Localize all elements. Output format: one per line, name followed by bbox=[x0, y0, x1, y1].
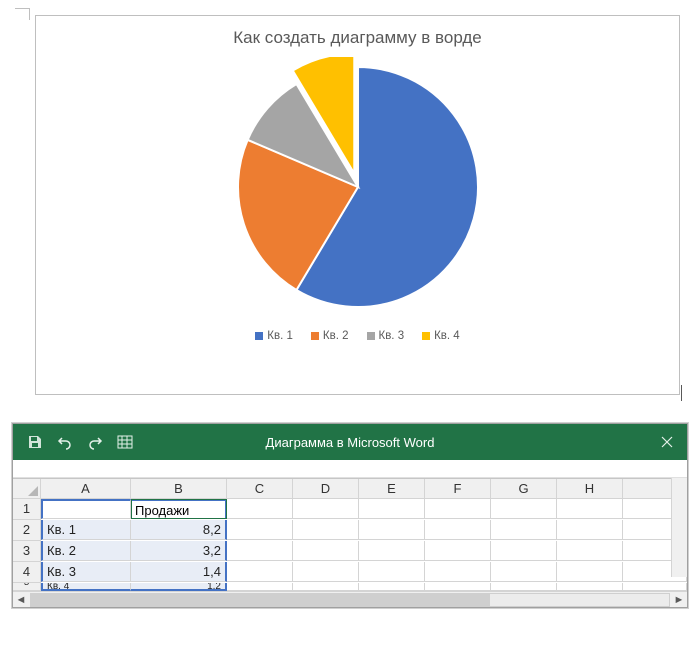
chart-container[interactable]: Как создать диаграмму в ворде Кв. 1 Кв. … bbox=[35, 15, 680, 395]
legend-swatch bbox=[367, 332, 375, 340]
row-header[interactable]: 3 bbox=[13, 541, 41, 562]
pie-chart bbox=[223, 52, 493, 322]
undo-button[interactable] bbox=[55, 432, 75, 452]
cell[interactable]: 1,2 bbox=[131, 583, 227, 591]
datasheet-titlebar[interactable]: Диаграмма в Microsoft Word bbox=[13, 424, 687, 460]
text-cursor bbox=[681, 385, 682, 401]
spreadsheet-grid[interactable]: A B C D E F G H 1 Продажи bbox=[13, 478, 687, 591]
cell[interactable] bbox=[425, 541, 491, 561]
cell[interactable] bbox=[491, 499, 557, 519]
scroll-left-icon[interactable]: ◄ bbox=[13, 592, 29, 608]
cell[interactable] bbox=[491, 541, 557, 561]
cell[interactable]: 1,4 bbox=[131, 562, 227, 582]
horizontal-scrollbar[interactable]: ◄ ► bbox=[13, 591, 687, 607]
cell[interactable] bbox=[491, 583, 557, 591]
scrollbar-thumb[interactable] bbox=[31, 594, 490, 606]
cell[interactable]: Кв. 2 bbox=[41, 541, 131, 561]
cell[interactable] bbox=[425, 583, 491, 591]
cell[interactable] bbox=[425, 520, 491, 540]
column-header[interactable]: H bbox=[557, 479, 623, 499]
legend-item: Кв. 2 bbox=[311, 330, 349, 342]
legend-swatch bbox=[255, 332, 263, 340]
cell[interactable] bbox=[359, 520, 425, 540]
cell[interactable] bbox=[425, 562, 491, 582]
chart-legend: Кв. 1 Кв. 2 Кв. 3 Кв. 4 bbox=[255, 322, 459, 348]
legend-item: Кв. 1 bbox=[255, 330, 293, 342]
cell[interactable] bbox=[491, 520, 557, 540]
legend-item: Кв. 4 bbox=[422, 330, 460, 342]
legend-item: Кв. 3 bbox=[367, 330, 405, 342]
scroll-right-icon[interactable]: ► bbox=[671, 592, 687, 608]
cell[interactable] bbox=[359, 541, 425, 561]
cell[interactable] bbox=[557, 520, 623, 540]
cell[interactable] bbox=[227, 562, 293, 582]
row-header[interactable]: 2 bbox=[13, 520, 41, 541]
cell[interactable] bbox=[227, 583, 293, 591]
close-button[interactable] bbox=[647, 424, 687, 460]
cell[interactable] bbox=[557, 541, 623, 561]
cell[interactable] bbox=[557, 562, 623, 582]
row-header[interactable]: 4 bbox=[13, 562, 41, 583]
column-header[interactable]: C bbox=[227, 479, 293, 499]
legend-label: Кв. 2 bbox=[323, 330, 349, 342]
scrollbar-track[interactable] bbox=[30, 593, 670, 607]
cell[interactable] bbox=[227, 541, 293, 561]
legend-label: Кв. 3 bbox=[379, 330, 405, 342]
cell[interactable] bbox=[293, 499, 359, 519]
cell[interactable] bbox=[227, 520, 293, 540]
cell[interactable] bbox=[491, 562, 557, 582]
save-button[interactable] bbox=[25, 432, 45, 452]
legend-label: Кв. 4 bbox=[434, 330, 460, 342]
edit-data-button[interactable] bbox=[115, 432, 135, 452]
vertical-scrollbar[interactable] bbox=[671, 478, 687, 577]
word-ruler-corner bbox=[15, 5, 690, 15]
column-header[interactable]: D bbox=[293, 479, 359, 499]
column-header[interactable]: B bbox=[131, 479, 227, 499]
legend-label: Кв. 1 bbox=[267, 330, 293, 342]
select-all-corner[interactable] bbox=[13, 479, 41, 499]
cell[interactable] bbox=[227, 499, 293, 519]
cell[interactable]: Кв. 1 bbox=[41, 520, 131, 540]
cell[interactable] bbox=[623, 583, 687, 591]
cell[interactable] bbox=[359, 562, 425, 582]
column-header[interactable]: G bbox=[491, 479, 557, 499]
cell[interactable] bbox=[293, 583, 359, 591]
cell[interactable]: 8,2 bbox=[131, 520, 227, 540]
cell[interactable] bbox=[359, 499, 425, 519]
redo-button[interactable] bbox=[85, 432, 105, 452]
cell[interactable] bbox=[41, 499, 131, 519]
legend-swatch bbox=[311, 332, 319, 340]
cell[interactable]: Продажи bbox=[131, 499, 227, 519]
cell[interactable] bbox=[359, 583, 425, 591]
column-header[interactable]: E bbox=[359, 479, 425, 499]
column-header[interactable]: A bbox=[41, 479, 131, 499]
column-header[interactable]: F bbox=[425, 479, 491, 499]
chart-title: Как создать диаграмму в ворде bbox=[233, 28, 482, 48]
cell[interactable] bbox=[557, 583, 623, 591]
cell[interactable]: 3,2 bbox=[131, 541, 227, 561]
cell[interactable] bbox=[293, 520, 359, 540]
legend-swatch bbox=[422, 332, 430, 340]
cell[interactable] bbox=[557, 499, 623, 519]
row-header[interactable]: 5 bbox=[13, 583, 41, 591]
row-header[interactable]: 1 bbox=[13, 499, 41, 520]
cell[interactable] bbox=[425, 499, 491, 519]
cell[interactable]: Кв. 4 bbox=[41, 583, 131, 591]
cell[interactable] bbox=[293, 541, 359, 561]
datasheet-window: Диаграмма в Microsoft Word A B C D E F G… bbox=[12, 423, 688, 608]
cell[interactable]: Кв. 3 bbox=[41, 562, 131, 582]
cell[interactable] bbox=[293, 562, 359, 582]
